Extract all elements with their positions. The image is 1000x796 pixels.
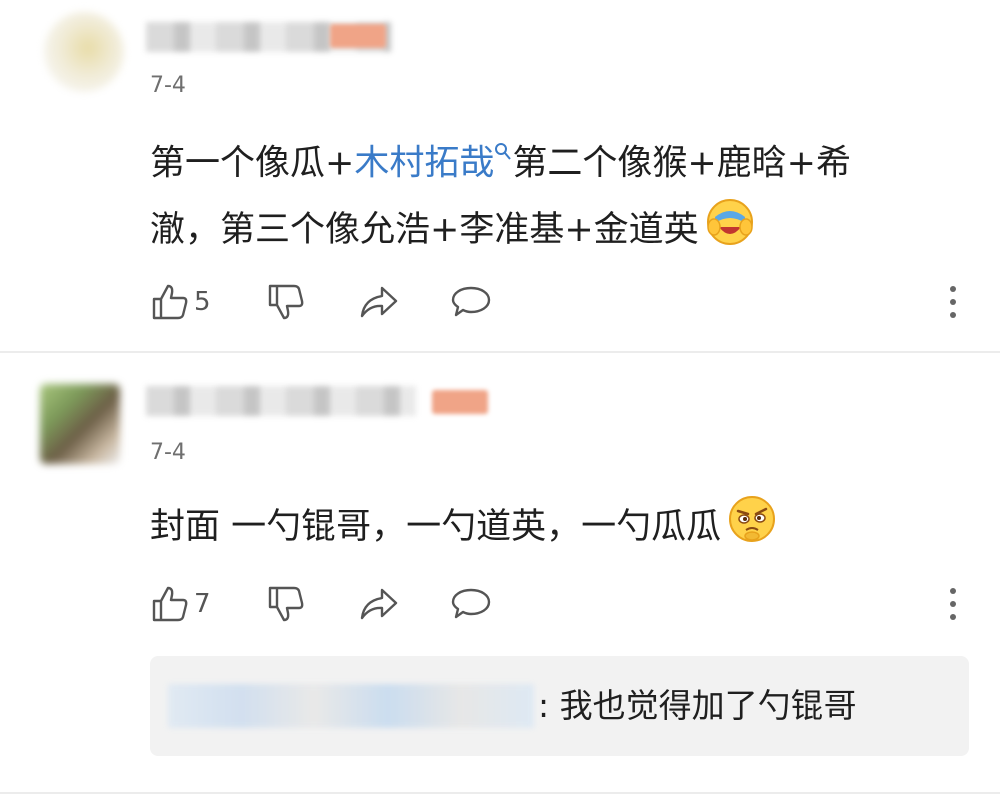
- thumbs-up-icon: [150, 282, 190, 322]
- comment-actions: 7: [150, 584, 970, 624]
- like-button[interactable]: 7: [150, 584, 211, 624]
- comment-actions: 5: [150, 282, 970, 322]
- share-button[interactable]: [358, 282, 400, 322]
- like-count: 7: [194, 589, 211, 619]
- user-badge-blurred: [330, 24, 386, 48]
- speech-bubble-icon: [450, 282, 492, 322]
- comment-time: 7-4: [150, 73, 186, 98]
- comment-text: 封面 一勺锟哥，一勺道英，一勺瓜瓜: [150, 494, 910, 566]
- more-vertical-icon: [948, 587, 958, 621]
- reply-button[interactable]: [450, 282, 492, 322]
- thumbs-down-icon: [266, 584, 306, 624]
- like-count: 5: [194, 287, 211, 317]
- reply-preview[interactable]: : 我也觉得加了勺锟哥: [150, 656, 969, 756]
- laughing-covering-face-emoji: [705, 197, 755, 269]
- dislike-button[interactable]: [266, 282, 306, 322]
- dislike-button[interactable]: [266, 584, 306, 624]
- more-options-button[interactable]: [938, 584, 968, 624]
- more-options-button[interactable]: [938, 282, 968, 322]
- thumbs-down-icon: [266, 282, 306, 322]
- reply-button[interactable]: [450, 584, 492, 624]
- reply-text: : 我也觉得加了勺锟哥: [538, 686, 857, 725]
- comment-text-part: 第一个像瓜+: [150, 143, 355, 184]
- comment-1: 7-4 第一个像瓜+木村拓哉 第二个像猴+鹿晗+希澈，第三个像允浩+李准基+金道英…: [0, 0, 1000, 352]
- reply-text-blurred: [168, 684, 534, 728]
- share-arrow-icon: [358, 282, 400, 322]
- comment-time: 7-4: [150, 440, 186, 465]
- skeptical-face-emoji: [727, 494, 777, 566]
- comment-divider: [0, 792, 1000, 794]
- like-button[interactable]: 5: [150, 282, 211, 322]
- more-vertical-icon: [948, 285, 958, 319]
- thumbs-up-icon: [150, 584, 190, 624]
- comment-divider: [0, 351, 1000, 353]
- avatar[interactable]: [40, 384, 120, 464]
- comment-2: 7-4 封面 一勺锟哥，一勺道英，一勺瓜瓜 7: 我也觉得加了勺锟哥: [0, 354, 1000, 794]
- speech-bubble-icon: [450, 584, 492, 624]
- avatar[interactable]: [44, 12, 124, 92]
- search-icon[interactable]: [494, 143, 512, 167]
- search-link[interactable]: 木村拓哉: [354, 144, 494, 184]
- share-button[interactable]: [358, 584, 400, 624]
- user-badge-blurred: [432, 390, 488, 414]
- share-arrow-icon: [358, 584, 400, 624]
- comment-text: 第一个像瓜+木村拓哉 第二个像猴+鹿晗+希澈，第三个像允浩+李准基+金道英: [150, 122, 910, 269]
- username-blurred[interactable]: [146, 386, 416, 416]
- comment-text-part: 封面 一勺锟哥，一勺道英，一勺瓜瓜: [150, 507, 722, 547]
